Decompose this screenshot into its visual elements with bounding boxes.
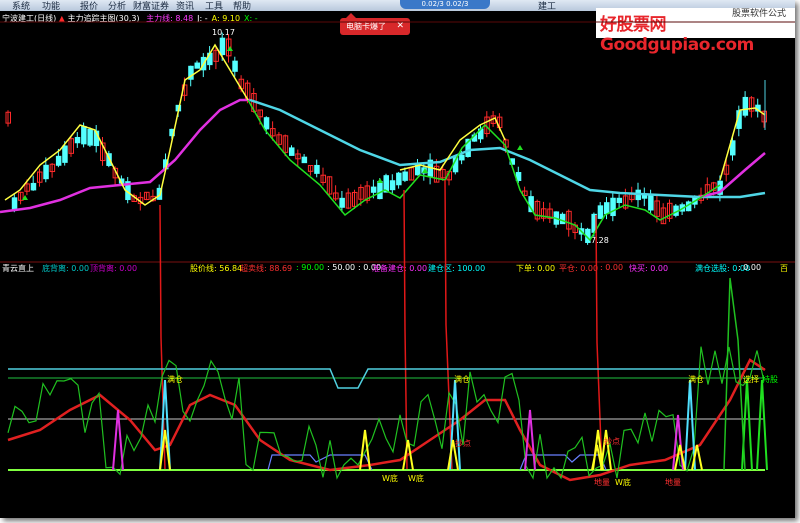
- signal-label: 满仓: [688, 375, 704, 384]
- signal-arrow-icon: [377, 178, 383, 183]
- candle-body: [11, 197, 18, 210]
- signal-spike: [684, 379, 696, 471]
- candle-body: [289, 147, 295, 156]
- candle-body: [742, 96, 749, 116]
- ma-magenta-line-left: [0, 98, 250, 214]
- app-window: 系统 功能 报价 分析 财富证券 资讯 工具 帮助 0.02/3 0.02/3 …: [0, 0, 795, 518]
- candle-body: [74, 136, 81, 144]
- signal-label: 持股: [762, 375, 778, 384]
- signal-arrow-icon: [517, 145, 523, 150]
- signal-connector-line: [403, 189, 408, 471]
- candle-body: [402, 171, 408, 181]
- signal-label: 抄点: [604, 437, 620, 446]
- candle-body: [43, 164, 49, 180]
- signal-label: 地量: [594, 478, 610, 487]
- candle-body: [232, 60, 238, 72]
- signal-label: W底: [382, 474, 398, 483]
- signal-label: W底: [615, 478, 631, 487]
- candle-body: [396, 172, 402, 186]
- signal-label: 抄点: [455, 439, 471, 448]
- candle-body: [219, 37, 226, 56]
- signal-spike: [741, 379, 753, 471]
- candle-body: [87, 128, 93, 146]
- candle-body: [616, 197, 623, 204]
- candle-body: [597, 205, 604, 219]
- candle-body: [339, 197, 345, 208]
- signal-label: 满仓: [167, 375, 183, 384]
- candle-body: [604, 202, 610, 215]
- signal-spike: [674, 444, 686, 471]
- candle-body: [55, 155, 62, 166]
- signal-arrow-icon: [227, 46, 233, 51]
- signal-spike: [359, 429, 371, 471]
- candle-body: [459, 154, 465, 161]
- candle-body: [377, 181, 383, 200]
- signal-label: W底: [408, 474, 424, 483]
- candle-body: [648, 194, 654, 211]
- signal-spike: [756, 379, 768, 471]
- signal-label: 地量: [665, 478, 681, 487]
- candle-body: [263, 117, 270, 130]
- candle-body: [194, 62, 200, 69]
- candle-body: [370, 186, 377, 193]
- candle-body: [301, 156, 308, 164]
- candle-body: [30, 182, 37, 191]
- kline-chart[interactable]: [0, 0, 795, 518]
- candle-body: [81, 125, 87, 145]
- candle-body: [610, 197, 616, 217]
- candle-body: [389, 180, 396, 191]
- signal-label: 满仓: [454, 375, 470, 384]
- trend-line-yellow: [4, 43, 249, 206]
- trend-line-yellow-3: [719, 107, 766, 181]
- signal-label: 选择: [743, 375, 759, 384]
- candle-body: [559, 213, 566, 225]
- candle-body: [314, 164, 320, 174]
- candle-body: [62, 145, 68, 163]
